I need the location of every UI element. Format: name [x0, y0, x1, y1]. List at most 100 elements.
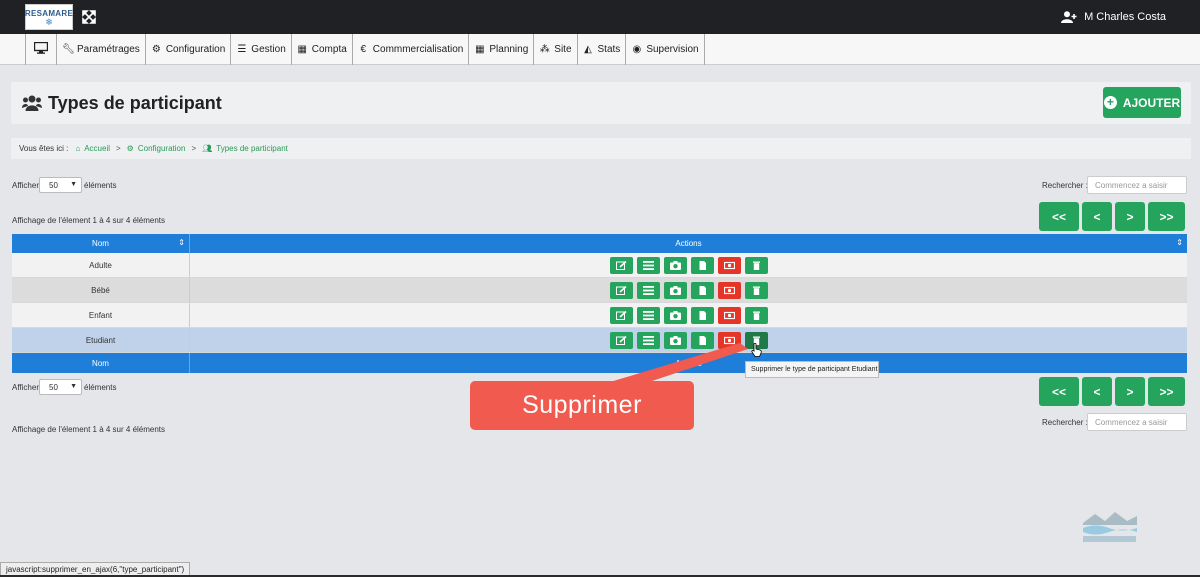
first-page-button[interactable]: << [1039, 202, 1079, 231]
euro-icon: € [360, 44, 367, 55]
row-name: Etudiant [12, 328, 190, 352]
search-input-bottom[interactable]: Commencez a saisir [1087, 413, 1187, 431]
edit-button[interactable] [609, 306, 633, 324]
camera-icon [669, 335, 681, 345]
add-button[interactable]: + AJOUTER [1103, 87, 1181, 118]
home-icon: ⌂ [75, 144, 81, 153]
prev-page-button[interactable]: < [1082, 202, 1112, 231]
menu-item-supervision[interactable]: ◉ Supervision [626, 34, 705, 65]
file-icon [697, 335, 708, 345]
menu-item-home[interactable] [26, 34, 57, 65]
file-icon [697, 310, 708, 320]
breadcrumb-separator: > [191, 144, 197, 153]
list-button[interactable] [636, 256, 660, 274]
last-page-button[interactable]: >> [1148, 202, 1185, 231]
document-button[interactable] [690, 306, 714, 324]
sort-icon: ⇕ [178, 238, 185, 247]
column-header-nom[interactable]: Nom ⇕ [12, 234, 190, 253]
chart-icon: ◭ [584, 44, 592, 55]
price-button[interactable] [717, 306, 741, 324]
eye-icon: ◉ [632, 44, 642, 55]
supprimer-callout: Supprimer [470, 381, 694, 430]
search-placeholder: Commencez a saisir [1095, 180, 1168, 190]
column-header-actions[interactable]: Actions ⇕ [190, 234, 1187, 253]
delete-button[interactable] [744, 281, 768, 299]
app-logo[interactable]: RESAMARE ❄ [25, 4, 73, 30]
resamare-watermark-logo [1083, 512, 1137, 542]
page-size-select-bottom[interactable]: 50 ▼ [39, 379, 82, 395]
price-button[interactable] [717, 331, 741, 349]
page-size-select[interactable]: 50 ▼ [39, 177, 82, 193]
photo-button[interactable] [663, 331, 687, 349]
breadcrumb-accueil[interactable]: Accueil [84, 144, 110, 153]
user-menu[interactable]: M Charles Costa [1061, 0, 1166, 34]
document-button[interactable] [690, 256, 714, 274]
gears-icon: ⚙ [126, 144, 134, 153]
menu-item-compta[interactable]: ▦ Compta [292, 34, 353, 65]
calculator-icon: ▦ [297, 44, 307, 55]
pagination-bottom: << < > >> [1039, 377, 1185, 406]
page-size-value: 50 [49, 382, 58, 392]
menu-label: Planning [489, 44, 529, 55]
photo-button[interactable] [663, 306, 687, 324]
list-button[interactable] [636, 306, 660, 324]
table-header: Nom ⇕ Actions ⇕ [12, 234, 1187, 253]
menu-label: Compta [311, 44, 347, 55]
next-page-button[interactable]: > [1115, 202, 1145, 231]
edit-button[interactable] [609, 331, 633, 349]
delete-button[interactable] [744, 306, 768, 324]
menu-item-planning[interactable]: ▦ Planning [469, 34, 535, 65]
delete-button[interactable] [744, 256, 768, 274]
list-icon [642, 310, 654, 320]
search-placeholder: Commencez a saisir [1095, 417, 1168, 427]
main-menu: 🔧︎ Paramétrages ⚙ Configuration ☰ Gestio… [25, 34, 705, 65]
breadcrumb-types-participant[interactable]: Types de participant [216, 144, 288, 153]
edit-button[interactable] [609, 256, 633, 274]
page-title: Types de participant [48, 93, 222, 113]
add-button-label: AJOUTER [1122, 95, 1181, 110]
row-actions [190, 278, 1187, 302]
page-header: Types de participant [11, 82, 1191, 124]
menu-item-gestion[interactable]: ☰ Gestion [231, 34, 292, 65]
pagination-top: << < > >> [1039, 202, 1185, 231]
row-actions [190, 303, 1187, 327]
money-icon [723, 336, 735, 345]
photo-button[interactable] [663, 281, 687, 299]
menu-item-commercialisation[interactable]: € Commmercialisation [353, 34, 470, 65]
users-icon [22, 95, 42, 111]
menu-item-configuration[interactable]: ⚙ Configuration [146, 34, 232, 65]
next-page-button[interactable]: > [1115, 377, 1145, 406]
row-actions [190, 328, 1187, 352]
fullscreen-icon[interactable] [82, 10, 96, 24]
photo-button[interactable] [663, 256, 687, 274]
row-name: Adulte [12, 253, 190, 277]
show-label-bottom: Afficher [12, 383, 39, 392]
participant-types-table: Nom ⇕ Actions ⇕ Adulte Bébé Enfant Etudi… [12, 234, 1187, 373]
menu-item-site[interactable]: ⁂ Site [534, 34, 578, 65]
main-menu-bar: 🔧︎ Paramétrages ⚙ Configuration ☰ Gestio… [0, 34, 1200, 65]
column-label: Actions [675, 239, 702, 248]
table-row: Enfant [12, 303, 1187, 328]
edit-button[interactable] [609, 281, 633, 299]
document-button[interactable] [690, 281, 714, 299]
price-button[interactable] [717, 281, 741, 299]
first-page-button[interactable]: << [1039, 377, 1079, 406]
document-button[interactable] [690, 331, 714, 349]
chevron-down-icon: ▼ [70, 383, 77, 390]
list-button[interactable] [636, 331, 660, 349]
breadcrumb: Vous êtes ici : ⌂ Accueil > ⚙ Configurat… [11, 138, 1191, 159]
elements-label-bottom: éléments [84, 383, 117, 392]
last-page-button[interactable]: >> [1148, 377, 1185, 406]
menu-item-parametrages[interactable]: 🔧︎ Paramétrages [57, 34, 146, 65]
row-name: Bébé [12, 278, 190, 302]
search-input[interactable]: Commencez a saisir [1087, 176, 1187, 194]
user-name: M Charles Costa [1084, 11, 1166, 23]
list-button[interactable] [636, 281, 660, 299]
list-icon: ☰ [237, 44, 247, 55]
breadcrumb-configuration[interactable]: Configuration [138, 144, 186, 153]
page-size-value: 50 [49, 180, 58, 190]
price-button[interactable] [717, 256, 741, 274]
row-name: Enfant [12, 303, 190, 327]
menu-item-stats[interactable]: ◭ Stats [578, 34, 627, 65]
prev-page-button[interactable]: < [1082, 377, 1112, 406]
